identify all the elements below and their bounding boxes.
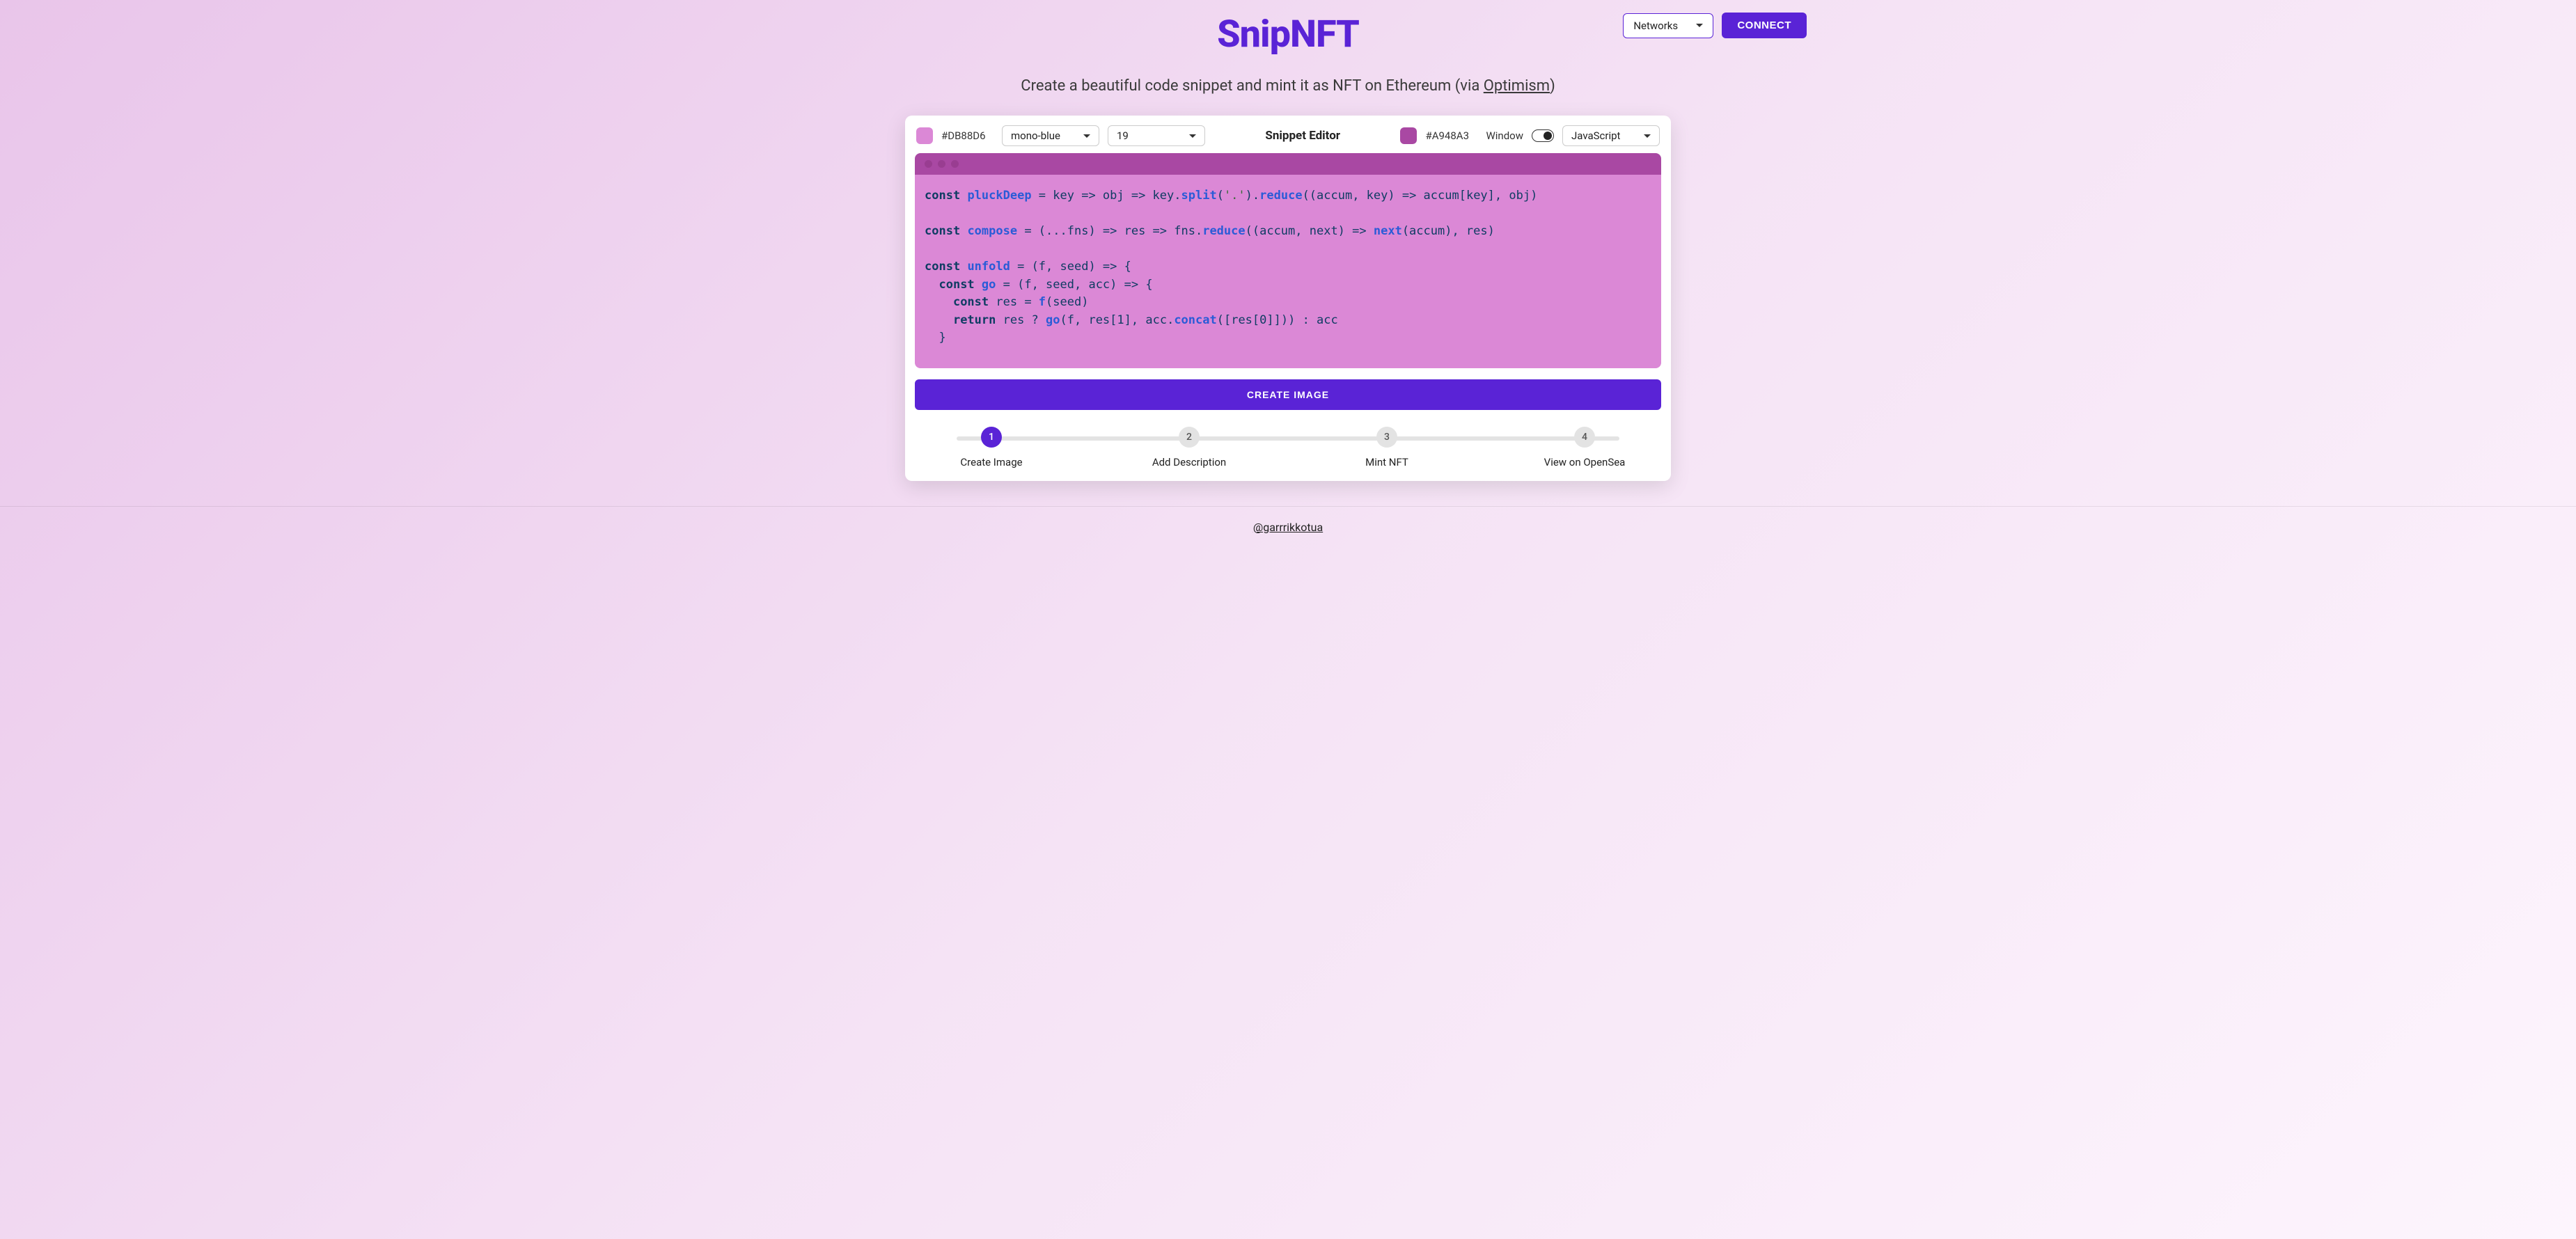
app-logo: SnipNFT [1217, 13, 1359, 56]
window-dot-icon [938, 160, 945, 168]
footer: @garrrikkotua [0, 506, 2576, 548]
step-circle: 3 [1376, 427, 1397, 448]
code-editor[interactable]: const pluckDeep = key => obj => key.spli… [915, 175, 1661, 368]
step-3[interactable]: 3 Mint NFT [1324, 427, 1450, 468]
create-image-button[interactable]: CREATE IMAGE [915, 379, 1661, 410]
fontsize-select[interactable]: 19 [1108, 125, 1205, 146]
step-label: View on OpenSea [1544, 456, 1626, 468]
editor-toolbar: #DB88D6 mono-blue 19 Snippet Editor #A94… [915, 125, 1661, 153]
author-link[interactable]: @garrrikkotua [1253, 521, 1323, 534]
color2-swatch[interactable] [1400, 127, 1417, 144]
tagline-suffix: ) [1550, 77, 1555, 95]
window-toggle[interactable] [1532, 129, 1554, 142]
connect-button[interactable]: CONNECT [1722, 13, 1807, 38]
language-select[interactable]: JavaScript [1562, 125, 1660, 146]
editor-title: Snippet Editor [1214, 129, 1392, 143]
step-circle: 4 [1574, 427, 1595, 448]
snippet-frame: const pluckDeep = key => obj => key.spli… [915, 153, 1661, 368]
step-2[interactable]: 2 Add Description [1126, 427, 1252, 468]
tagline-prefix: Create a beautiful code snippet and mint… [1021, 77, 1484, 95]
window-dot-icon [925, 160, 932, 168]
step-label: Add Description [1152, 456, 1226, 468]
step-label: Mint NFT [1365, 456, 1408, 468]
window-toggle-label: Window [1486, 129, 1523, 142]
step-4[interactable]: 4 View on OpenSea [1522, 427, 1647, 468]
color1-hex: #DB88D6 [941, 129, 994, 142]
tagline: Create a beautiful code snippet and mint… [0, 77, 2576, 95]
color1-swatch[interactable] [916, 127, 933, 144]
step-label: Create Image [960, 456, 1022, 468]
theme-select-value: mono-blue [1011, 129, 1060, 142]
networks-dropdown-label: Networks [1633, 19, 1678, 32]
theme-select[interactable]: mono-blue [1002, 125, 1099, 146]
header: SnipNFT Networks CONNECT [741, 0, 1835, 56]
step-1[interactable]: 1 Create Image [929, 427, 1054, 468]
step-circle: 2 [1179, 427, 1200, 448]
step-circle: 1 [981, 427, 1002, 448]
optimism-link[interactable]: Optimism [1484, 77, 1550, 95]
window-dot-icon [951, 160, 959, 168]
language-select-value: JavaScript [1571, 129, 1620, 142]
fontsize-select-value: 19 [1117, 129, 1129, 142]
stepper: 1 Create Image 2 Add Description 3 Mint NFT 4 V… [915, 427, 1661, 468]
header-controls: Networks CONNECT [1623, 13, 1807, 38]
color2-hex: #A948A3 [1425, 129, 1477, 142]
window-bar [915, 153, 1661, 175]
networks-dropdown[interactable]: Networks [1623, 13, 1713, 38]
editor-card: #DB88D6 mono-blue 19 Snippet Editor #A94… [905, 116, 1671, 481]
